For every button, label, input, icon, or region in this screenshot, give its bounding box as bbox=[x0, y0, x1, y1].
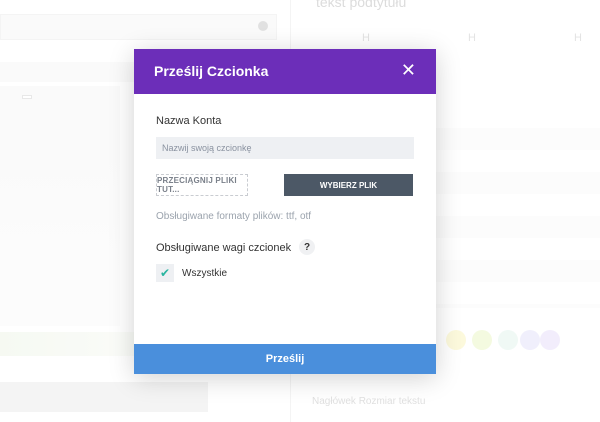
font-name-input[interactable]: Nazwij swoją czcionkę bbox=[156, 137, 414, 159]
help-icon[interactable]: ? bbox=[299, 239, 315, 255]
submit-button[interactable]: Prześlij bbox=[134, 344, 436, 374]
all-weights-label[interactable]: Wszystkie bbox=[182, 268, 227, 279]
file-drop-zone[interactable]: PRZECIĄGNIJ PLIKI TUT... bbox=[156, 174, 248, 196]
checkmark-icon: ✔ bbox=[159, 266, 171, 280]
close-icon[interactable]: ✕ bbox=[401, 60, 416, 80]
dialog-title: Prześlij Czcionka bbox=[154, 63, 269, 79]
font-name-label: Nazwa Konta bbox=[156, 115, 222, 127]
font-weights-label: Obsługiwane wagi czcionek bbox=[156, 242, 292, 254]
choose-file-button[interactable]: WYBIERZ PLIK bbox=[284, 174, 413, 196]
dialog-header: Prześlij Czcionka ✕ bbox=[134, 49, 436, 94]
all-weights-checkbox[interactable]: ✔ bbox=[156, 264, 174, 282]
upload-font-dialog: Prześlij Czcionka ✕ Nazwa Konta Nazwij s… bbox=[134, 49, 436, 374]
supported-formats-text: Obsługiwane formaty plików: ttf, otf bbox=[156, 211, 312, 222]
